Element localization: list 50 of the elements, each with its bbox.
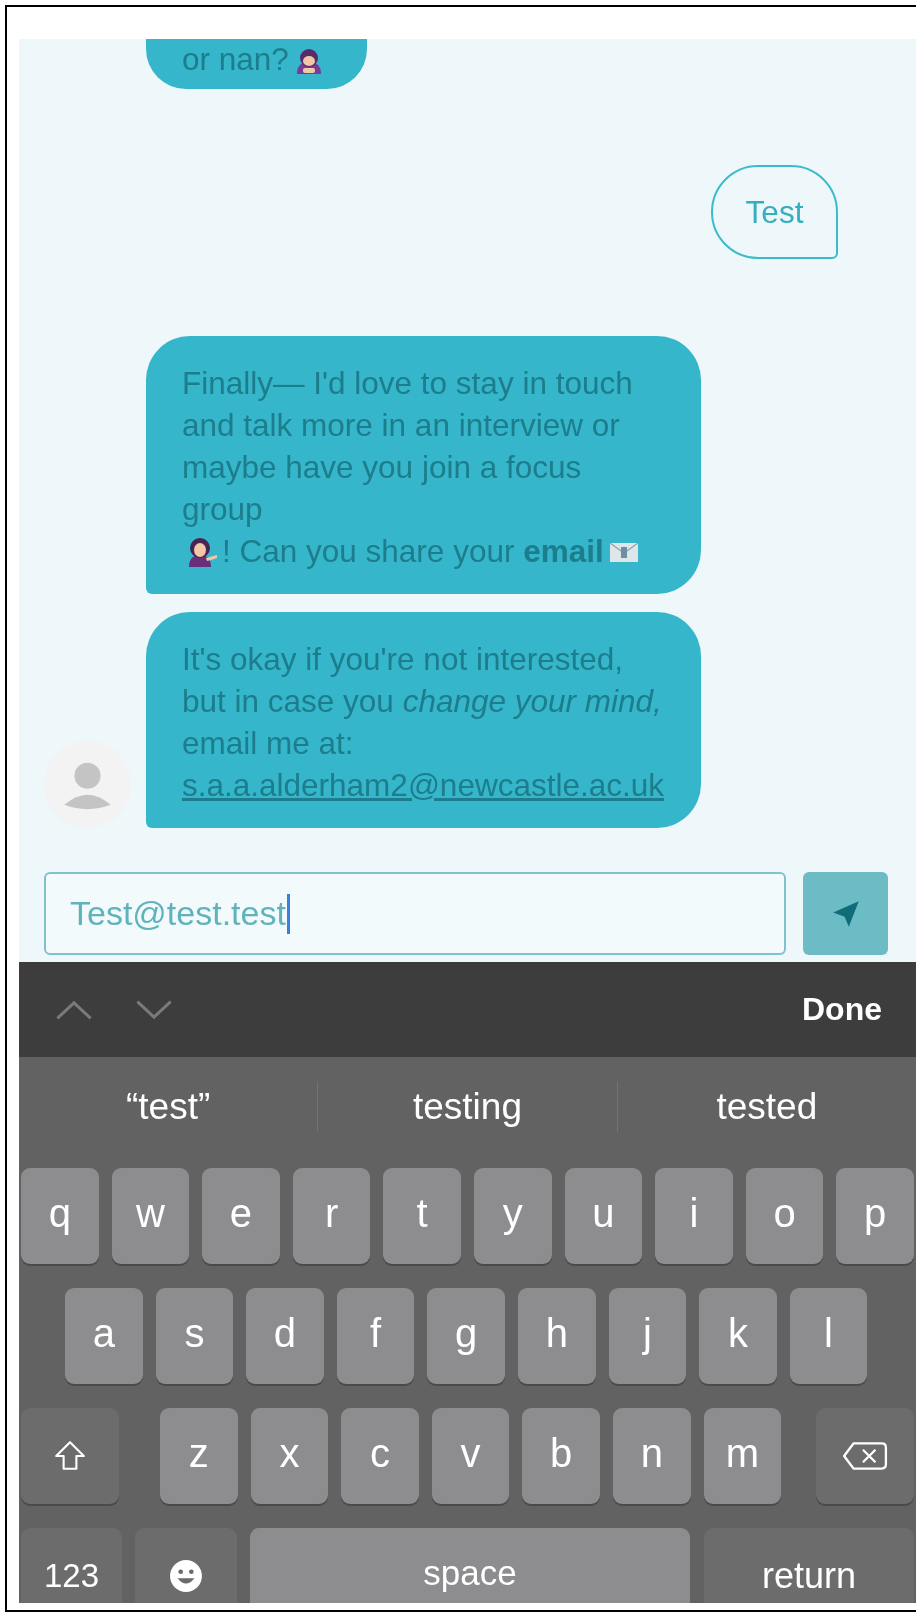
key[interactable]: f bbox=[336, 1288, 415, 1384]
key[interactable]: v bbox=[431, 1408, 510, 1504]
emoji-key[interactable] bbox=[135, 1528, 237, 1603]
message-text: It's okay if you're not interested, but in case you change your mind, email me at: bbox=[182, 640, 663, 763]
key[interactable]: c bbox=[341, 1408, 419, 1504]
suggestion[interactable]: tested bbox=[617, 1078, 916, 1136]
person-icon bbox=[186, 536, 218, 568]
email-link[interactable]: s.a.a.alderham2@newcastle.ac.uk bbox=[182, 764, 664, 806]
done-button[interactable]: Done bbox=[802, 987, 882, 1032]
shift-icon bbox=[53, 1439, 87, 1473]
key[interactable]: u bbox=[564, 1168, 643, 1264]
key[interactable]: n bbox=[612, 1408, 691, 1504]
key[interactable]: x bbox=[250, 1408, 329, 1504]
key[interactable]: m bbox=[703, 1408, 782, 1504]
message-text: Test bbox=[745, 193, 804, 232]
key[interactable]: k bbox=[699, 1288, 777, 1384]
key[interactable]: z bbox=[160, 1408, 238, 1504]
key[interactable]: i bbox=[655, 1168, 733, 1264]
key[interactable]: h bbox=[517, 1288, 596, 1384]
suggestion[interactable]: “test” bbox=[19, 1078, 318, 1136]
key[interactable]: d bbox=[246, 1288, 324, 1384]
key[interactable]: r bbox=[292, 1168, 371, 1264]
text-cursor bbox=[286, 893, 290, 934]
key[interactable]: a bbox=[65, 1288, 143, 1384]
key[interactable]: l bbox=[789, 1288, 868, 1384]
message-text: ! Can you share your email bbox=[222, 532, 604, 571]
suggestion[interactable]: testing bbox=[318, 1078, 617, 1136]
send-button[interactable] bbox=[803, 872, 888, 955]
key[interactable]: g bbox=[427, 1288, 505, 1384]
key[interactable]: s bbox=[155, 1288, 234, 1384]
message-field[interactable]: Test@test.test bbox=[44, 872, 786, 955]
numbers-key[interactable]: 123 bbox=[21, 1528, 122, 1603]
key[interactable]: t bbox=[383, 1168, 461, 1264]
key[interactable]: j bbox=[608, 1288, 687, 1384]
smiley-icon bbox=[169, 1559, 203, 1593]
key[interactable]: e bbox=[202, 1168, 280, 1264]
return-key[interactable]: return bbox=[704, 1528, 914, 1603]
key[interactable]: b bbox=[522, 1408, 600, 1504]
key[interactable]: w bbox=[111, 1168, 190, 1264]
space-key[interactable]: space bbox=[250, 1528, 690, 1603]
message-text: or nan? bbox=[182, 40, 289, 79]
shift-key[interactable] bbox=[21, 1408, 119, 1504]
chevron-down-icon[interactable] bbox=[135, 998, 173, 1021]
backspace-icon bbox=[842, 1439, 888, 1473]
key[interactable]: o bbox=[745, 1168, 824, 1264]
key[interactable]: p bbox=[836, 1168, 914, 1264]
chevron-up-icon[interactable] bbox=[55, 998, 93, 1021]
key[interactable]: q bbox=[21, 1168, 99, 1264]
delete-key[interactable] bbox=[816, 1408, 914, 1504]
key[interactable]: y bbox=[473, 1168, 552, 1264]
